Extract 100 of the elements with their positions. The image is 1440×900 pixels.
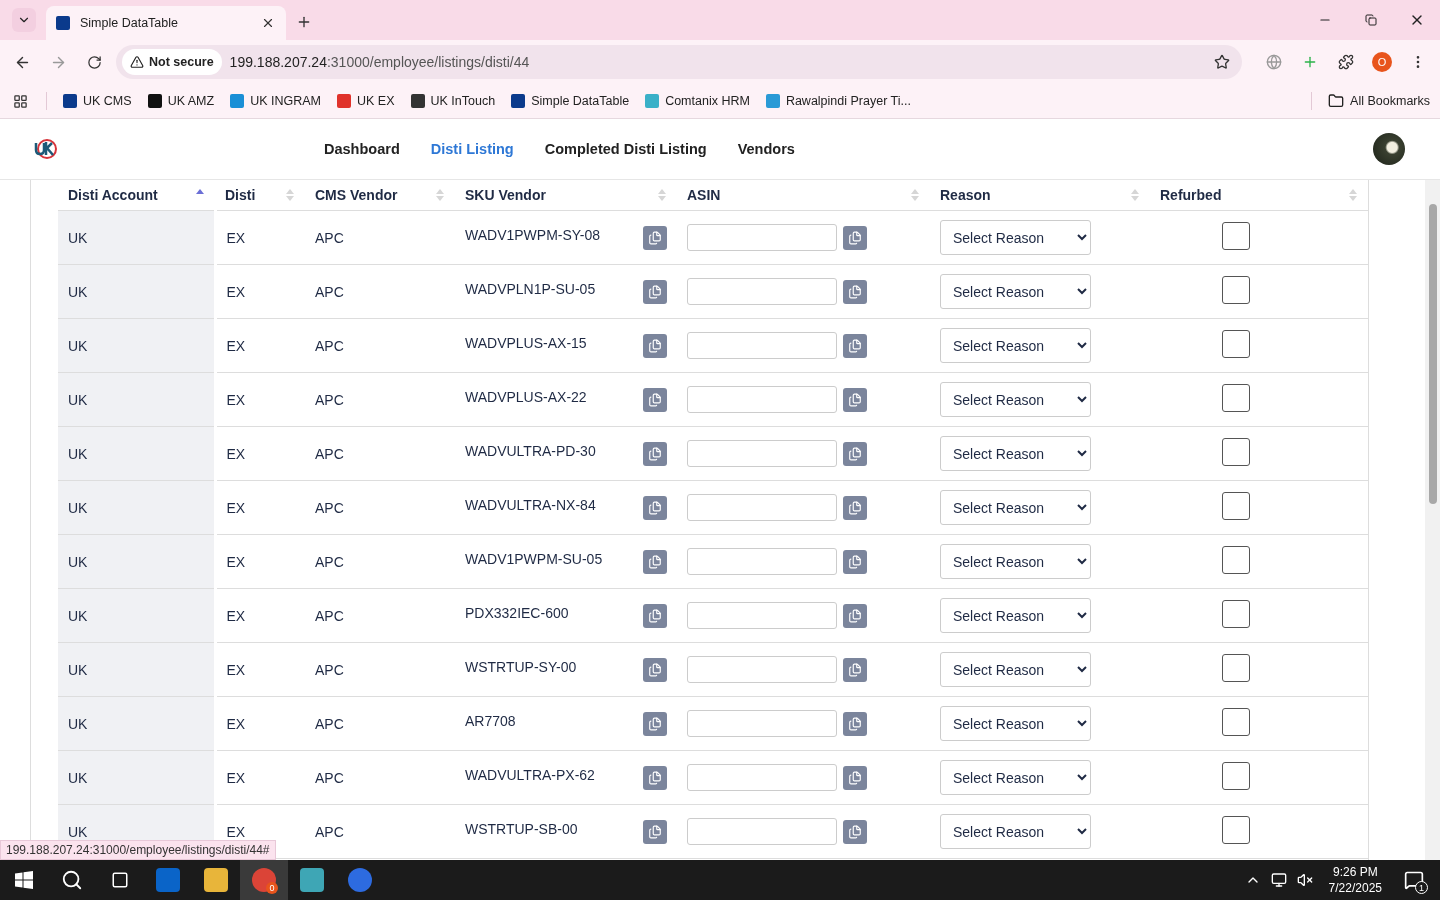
- copy-button[interactable]: [643, 657, 667, 682]
- notifications-button[interactable]: 1: [1398, 864, 1430, 896]
- security-chip[interactable]: Not secure: [122, 49, 222, 75]
- copy-button[interactable]: [843, 441, 867, 466]
- all-bookmarks-link[interactable]: All Bookmarks: [1328, 93, 1430, 109]
- nav-link[interactable]: Dashboard: [324, 141, 400, 157]
- copy-button[interactable]: [643, 603, 667, 628]
- copy-button[interactable]: [843, 819, 867, 844]
- column-header[interactable]: Disti: [215, 180, 305, 211]
- asin-input-field[interactable]: [687, 656, 837, 683]
- bookmark-link[interactable]: Comtanix HRM: [645, 94, 750, 108]
- reason-select[interactable]: Select Reason: [940, 328, 1091, 363]
- copy-button[interactable]: [843, 711, 867, 736]
- reason-select[interactable]: Select Reason: [940, 544, 1091, 579]
- reason-select[interactable]: Select Reason: [940, 652, 1091, 687]
- refurbed-checkbox[interactable]: [1222, 222, 1250, 250]
- table-cell: UK: [58, 318, 215, 373]
- reason-select[interactable]: Select Reason: [940, 490, 1091, 525]
- refurbed-checkbox[interactable]: [1222, 276, 1250, 304]
- column-header[interactable]: SKU Vendor: [455, 180, 677, 211]
- table-cell: EX: [215, 318, 305, 373]
- copy-button[interactable]: [843, 657, 867, 682]
- copy-button[interactable]: [843, 549, 867, 574]
- copy-button[interactable]: [643, 495, 667, 520]
- asin-input-field[interactable]: [687, 386, 837, 413]
- refurbed-checkbox[interactable]: [1222, 438, 1250, 466]
- volume-muted-icon[interactable]: [1296, 872, 1313, 888]
- table-cell: EX: [215, 264, 305, 319]
- reason-select[interactable]: Select Reason: [940, 598, 1091, 633]
- copy-button[interactable]: [843, 279, 867, 304]
- bookmark-link[interactable]: UK AMZ: [147, 94, 215, 108]
- copy-button[interactable]: [643, 711, 667, 736]
- reason-select[interactable]: Select Reason: [940, 760, 1091, 795]
- reason-select[interactable]: Select Reason: [940, 274, 1091, 309]
- bookmark-link[interactable]: UK EX: [337, 94, 395, 108]
- table-cell: UK: [58, 642, 215, 697]
- reason-select[interactable]: Select Reason: [940, 436, 1091, 471]
- copy-button[interactable]: [643, 819, 667, 844]
- refurbed-checkbox[interactable]: [1222, 762, 1250, 790]
- tab-list-button[interactable]: [12, 8, 36, 32]
- copy-button[interactable]: [643, 225, 667, 250]
- bookmark-link[interactable]: UK InTouch: [410, 94, 496, 108]
- bookmark-link[interactable]: Rawalpindi Prayer Ti...: [765, 94, 911, 108]
- asin-input-field[interactable]: [687, 494, 837, 521]
- copy-button[interactable]: [643, 765, 667, 790]
- copy-button[interactable]: [643, 441, 667, 466]
- asin-input-field[interactable]: [687, 278, 837, 305]
- bookmark-link[interactable]: UK CMS: [63, 94, 132, 108]
- refurbed-checkbox[interactable]: [1222, 546, 1250, 574]
- copy-button[interactable]: [843, 333, 867, 358]
- refurbed-checkbox[interactable]: [1222, 330, 1250, 358]
- column-header[interactable]: Reason: [930, 180, 1150, 211]
- copy-button[interactable]: [843, 603, 867, 628]
- browser-tab[interactable]: Simple DataTable: [46, 6, 286, 40]
- copy-button[interactable]: [843, 765, 867, 790]
- asin-input-field[interactable]: [687, 602, 837, 629]
- scrollbar[interactable]: [1425, 180, 1440, 860]
- copy-button[interactable]: [643, 387, 667, 412]
- refurbed-checkbox[interactable]: [1222, 384, 1250, 412]
- asin-input-field[interactable]: [687, 764, 837, 791]
- reason-select[interactable]: Select Reason: [940, 706, 1091, 741]
- copy-button[interactable]: [643, 279, 667, 304]
- column-header[interactable]: Refurbed: [1150, 180, 1368, 211]
- copy-button[interactable]: [843, 225, 867, 250]
- refurbed-checkbox[interactable]: [1222, 708, 1250, 736]
- table-cell: APC: [305, 318, 455, 373]
- copy-icon: [848, 230, 862, 245]
- refurbed-checkbox[interactable]: [1222, 816, 1250, 844]
- copy-button[interactable]: [843, 387, 867, 412]
- copy-button[interactable]: [643, 549, 667, 574]
- copy-button[interactable]: [643, 333, 667, 358]
- column-header[interactable]: Disti Account: [58, 180, 215, 211]
- asin-input-field[interactable]: [687, 332, 837, 359]
- asin-input-field[interactable]: [687, 440, 837, 467]
- bookmark-link[interactable]: Simple DataTable: [511, 94, 630, 108]
- reason-select[interactable]: Select Reason: [940, 814, 1091, 849]
- asin-input-field[interactable]: [687, 224, 837, 251]
- clock[interactable]: 9:26 PM 7/22/2025: [1322, 864, 1388, 896]
- refurbed-checkbox[interactable]: [1222, 492, 1250, 520]
- refurbed-checkbox[interactable]: [1222, 654, 1250, 682]
- asin-input-field[interactable]: [687, 548, 837, 575]
- bookmark-link[interactable]: UK INGRAM: [230, 94, 321, 108]
- nav-link[interactable]: Completed Disti Listing: [544, 141, 707, 157]
- reason-select[interactable]: Select Reason: [940, 220, 1091, 255]
- nav-link[interactable]: Vendors: [737, 141, 795, 157]
- user-avatar[interactable]: [1373, 133, 1405, 165]
- table-cell: UK: [58, 210, 215, 265]
- column-header[interactable]: CMS Vendor: [305, 180, 455, 211]
- column-header[interactable]: ASIN: [677, 180, 930, 211]
- taskbar-app[interactable]: 0: [240, 860, 288, 900]
- url-text[interactable]: 199.188.207.24:31000/employee/listings/disti/44: [229, 54, 1200, 70]
- asin-input-field[interactable]: [687, 710, 837, 737]
- nav-link[interactable]: Disti Listing: [430, 141, 514, 157]
- copy-button[interactable]: [843, 495, 867, 520]
- table-cell: UK: [58, 588, 215, 643]
- reason-select[interactable]: Select Reason: [940, 382, 1091, 417]
- network-icon[interactable]: [1270, 872, 1287, 888]
- table-cell: APC: [305, 750, 455, 805]
- refurbed-checkbox[interactable]: [1222, 600, 1250, 628]
- asin-input-field[interactable]: [687, 818, 837, 845]
